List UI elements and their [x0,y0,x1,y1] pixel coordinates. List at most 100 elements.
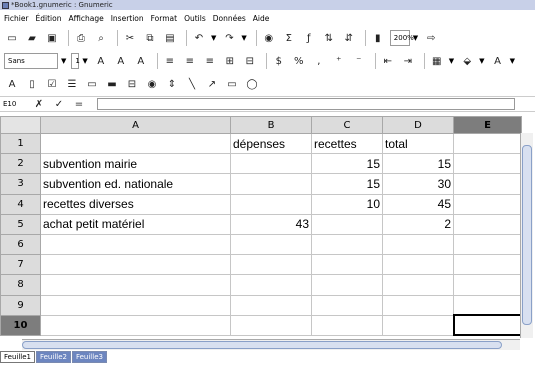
scrollbar-tool-icon[interactable]: ▬ [104,76,120,92]
equals-icon[interactable]: = [71,96,87,112]
column-header-b[interactable]: B [230,116,312,134]
cell[interactable]: subvention ed. nationale [40,173,231,195]
borders-icon[interactable]: ▦ [429,53,445,69]
bold-icon[interactable]: A [93,53,109,69]
cell[interactable] [382,314,454,336]
cell[interactable] [453,254,522,276]
chart-icon[interactable]: ▮ [370,30,386,46]
save-icon[interactable]: ▣ [44,30,60,46]
cell[interactable]: 15 [311,153,383,175]
formula-input[interactable] [97,98,515,110]
menu-insertion[interactable]: Insertion [111,14,144,23]
menu-donnees[interactable]: Données [213,14,246,23]
align-center-icon[interactable]: ≡ [182,53,198,69]
horizontal-scroll-thumb[interactable] [22,341,502,349]
rectangle-tool-icon[interactable]: ▭ [224,76,240,92]
decrease-decimals-icon[interactable]: ⁻ [351,53,367,69]
redo-icon[interactable]: ↷ [221,30,237,46]
row-header[interactable]: 1 [0,132,41,155]
italic-icon[interactable]: A [113,53,129,69]
menu-outils[interactable]: Outils [184,14,206,23]
label-tool-icon[interactable]: A [4,76,20,92]
cell[interactable] [311,274,383,296]
cell[interactable] [40,254,231,276]
cell[interactable] [382,294,454,316]
undo-dropdown-icon[interactable]: ▼ [211,34,216,42]
cell[interactable] [453,132,522,155]
decrease-indent-icon[interactable]: ⇤ [380,53,396,69]
spin-tool-icon[interactable]: ⇕ [164,76,180,92]
column-header-a[interactable]: A [40,116,231,134]
vertical-scroll-thumb[interactable] [522,145,532,325]
thousands-separator-icon[interactable]: , [311,53,327,69]
cell[interactable] [40,274,231,296]
cell[interactable] [311,294,383,316]
font-family-combo[interactable]: Sans [4,53,58,69]
borders-dropdown-icon[interactable]: ▼ [449,57,454,65]
row-header[interactable]: 9 [0,294,41,316]
font-color-dropdown-icon[interactable]: ▼ [510,57,515,65]
cell[interactable] [453,173,522,195]
increase-decimals-icon[interactable]: ⁺ [331,53,347,69]
print-preview-icon[interactable]: ⌕ [93,30,109,46]
menu-fichier[interactable]: Fichier [4,14,29,23]
cell[interactable] [311,254,383,276]
menu-edition[interactable]: Édition [36,14,62,23]
font-size-dropdown-icon[interactable]: ▼ [82,57,87,65]
sheet-tab-feuille3[interactable]: Feuille3 [71,351,107,363]
font-color-icon[interactable]: A [490,53,506,69]
font-size-combo[interactable]: 1 [71,53,80,69]
new-document-icon[interactable]: ▭ [4,30,20,46]
row-header[interactable]: 5 [0,213,41,235]
sum-icon[interactable]: Σ [281,30,297,46]
cell[interactable] [230,153,312,175]
increase-indent-icon[interactable]: ⇥ [400,53,416,69]
active-cell[interactable] [452,314,523,337]
cell[interactable]: 15 [311,173,383,195]
menu-format[interactable]: Format [151,14,177,23]
column-header-e[interactable]: E [453,116,522,134]
cell[interactable]: subvention mairie [40,153,231,175]
underline-icon[interactable]: A [133,53,149,69]
cell[interactable] [40,233,231,256]
row-header[interactable]: 6 [0,233,41,256]
cell[interactable] [230,233,312,256]
cell[interactable] [40,294,231,316]
cell[interactable] [382,233,454,256]
menu-affichage[interactable]: Affichage [68,14,103,23]
function-icon[interactable]: ƒ [301,30,317,46]
cell[interactable]: 30 [382,173,454,195]
currency-icon[interactable]: $ [271,53,287,69]
align-left-icon[interactable]: ≡ [162,53,178,69]
row-header[interactable]: 4 [0,193,41,215]
cell[interactable]: total [382,132,454,155]
fill-color-dropdown-icon[interactable]: ▼ [479,57,484,65]
row-header[interactable]: 10 [0,314,41,336]
zoom-dropdown-icon[interactable]: ▼ [413,34,418,42]
cell[interactable] [382,254,454,276]
column-header-d[interactable]: D [382,116,454,134]
cell[interactable]: 45 [382,193,454,215]
cell[interactable] [311,213,383,235]
print-icon[interactable]: ⎙ [73,30,89,46]
combo-tool-icon[interactable]: ⊟ [124,76,140,92]
vertical-scrollbar[interactable] [520,133,533,338]
cell[interactable]: achat petit matériel [40,213,231,235]
frame-tool-icon[interactable]: ▯ [24,76,40,92]
checkbox-tool-icon[interactable]: ☑ [44,76,60,92]
cancel-icon[interactable]: ✗ [31,96,47,112]
hyperlink-icon[interactable]: ◉ [261,30,277,46]
copy-icon[interactable]: ⧉ [142,30,158,46]
cell[interactable] [230,274,312,296]
sheet-tab-feuille1[interactable]: Feuille1 [0,351,35,363]
button-tool-icon[interactable]: ▭ [84,76,100,92]
cell[interactable]: 43 [230,213,312,235]
cell[interactable] [453,193,522,215]
cell[interactable] [40,314,231,336]
sort-ascending-icon[interactable]: ⇅ [321,30,337,46]
radio-tool-icon[interactable]: ◉ [144,76,160,92]
row-header[interactable]: 8 [0,274,41,296]
cell[interactable] [230,314,312,336]
redo-dropdown-icon[interactable]: ▼ [241,34,246,42]
line-tool-icon[interactable]: ╲ [184,76,200,92]
